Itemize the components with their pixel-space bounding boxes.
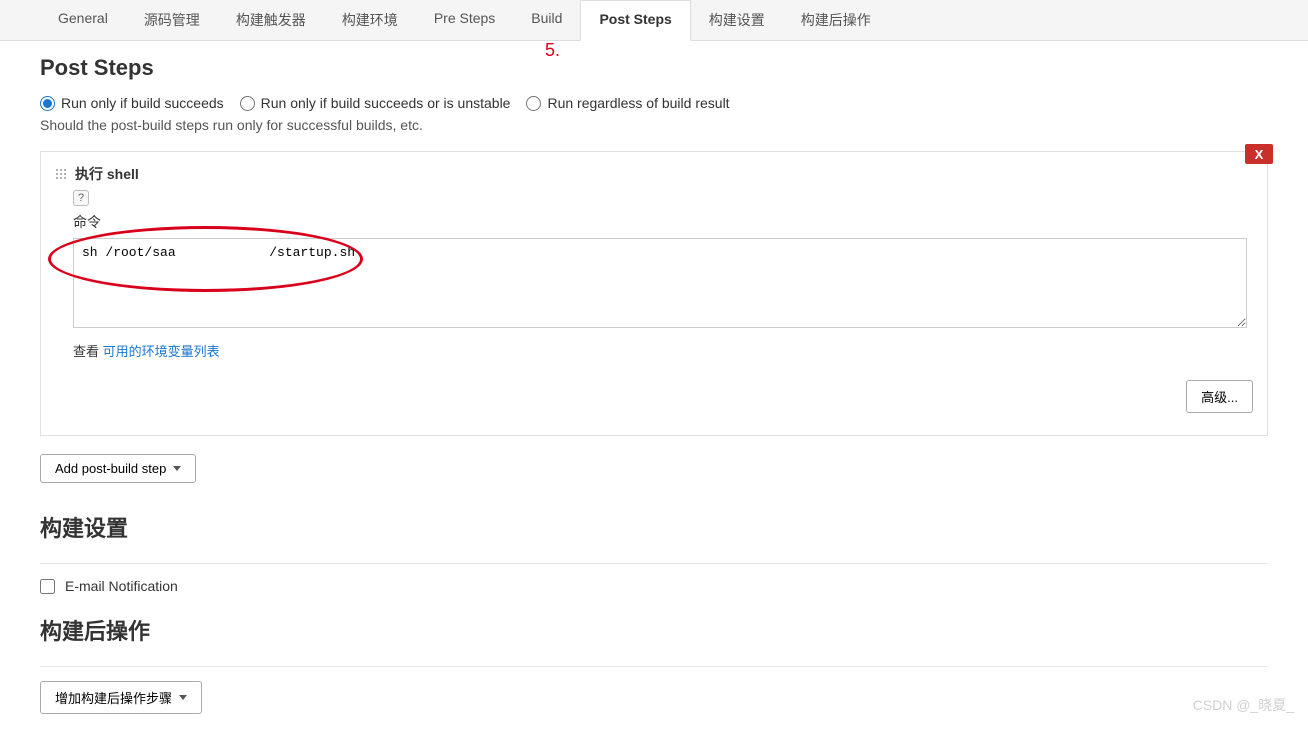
add-post-build-step-label: Add post-build step — [55, 461, 166, 476]
env-vars-link[interactable]: 可用的环境变量列表 — [103, 344, 220, 359]
radio-regardless-input[interactable] — [526, 96, 541, 111]
annotation-5: 5. — [545, 40, 560, 61]
tab-triggers[interactable]: 构建触发器 — [218, 0, 324, 40]
radio-succeeds-label: Run only if build succeeds — [61, 95, 224, 111]
radio-regardless[interactable]: Run regardless of build result — [526, 95, 729, 111]
chevron-down-icon — [179, 695, 187, 700]
see-env-vars: 查看 可用的环境变量列表 — [73, 341, 1253, 360]
section-title-build-settings: 构建设置 — [40, 511, 1268, 543]
step-title: 执行 shell — [75, 164, 139, 184]
step-header: 执行 shell — [55, 164, 1253, 184]
post-build-section: 构建后操作 — [40, 614, 1268, 667]
tab-build[interactable]: Build — [513, 0, 580, 40]
radio-row: Run only if build succeeds Run only if b… — [40, 95, 1268, 111]
tab-scm[interactable]: 源码管理 — [126, 0, 218, 40]
tab-build-settings[interactable]: 构建设置 — [691, 0, 783, 40]
section-title-post-steps: Post Steps — [40, 55, 1268, 81]
radio-unstable-input[interactable] — [240, 96, 255, 111]
radio-succeeds-input[interactable] — [40, 96, 55, 111]
tab-post-steps[interactable]: Post Steps — [580, 0, 690, 41]
tab-post-build[interactable]: 构建后操作 — [783, 0, 889, 40]
add-post-build-step-button[interactable]: Add post-build step — [40, 454, 196, 483]
advanced-button[interactable]: 高级... — [1186, 380, 1253, 413]
email-notification-checkbox[interactable] — [40, 579, 55, 594]
command-label: 命令 — [73, 212, 1253, 232]
advanced-row: 高级... — [55, 380, 1253, 413]
delete-step-button[interactable]: X — [1245, 144, 1273, 164]
add-post-build-action-label: 增加构建后操作步骤 — [55, 688, 172, 707]
content: Post Steps Run only if build succeeds Ru… — [0, 41, 1308, 744]
email-notification-label: E-mail Notification — [65, 578, 178, 594]
radio-unstable-label: Run only if build succeeds or is unstabl… — [261, 95, 511, 111]
radio-unstable[interactable]: Run only if build succeeds or is unstabl… — [240, 95, 511, 111]
tab-pre-steps[interactable]: Pre Steps — [416, 0, 513, 40]
tabs-bar: General 源码管理 构建触发器 构建环境 Pre Steps Build … — [0, 0, 1308, 41]
help-text: Should the post-build steps run only for… — [40, 117, 1268, 133]
see-prefix: 查看 — [73, 344, 103, 359]
command-wrapper — [55, 238, 1253, 331]
radio-succeeds[interactable]: Run only if build succeeds — [40, 95, 224, 111]
help-icon[interactable]: ? — [73, 190, 89, 206]
shell-step-box: X 执行 shell ? 命令 查看 可用的环境变量列表 高级... — [40, 151, 1268, 436]
command-textarea[interactable] — [73, 238, 1247, 328]
tab-build-env[interactable]: 构建环境 — [324, 0, 416, 40]
add-post-build-action-button[interactable]: 增加构建后操作步骤 — [40, 681, 202, 714]
email-notification-row: E-mail Notification — [40, 578, 1268, 594]
radio-regardless-label: Run regardless of build result — [547, 95, 729, 111]
tab-general[interactable]: General — [40, 0, 126, 40]
drag-handle-icon[interactable] — [55, 168, 67, 180]
build-settings-section: 构建设置 — [40, 511, 1268, 564]
section-title-post-build: 构建后操作 — [40, 614, 1268, 646]
chevron-down-icon — [173, 466, 181, 471]
